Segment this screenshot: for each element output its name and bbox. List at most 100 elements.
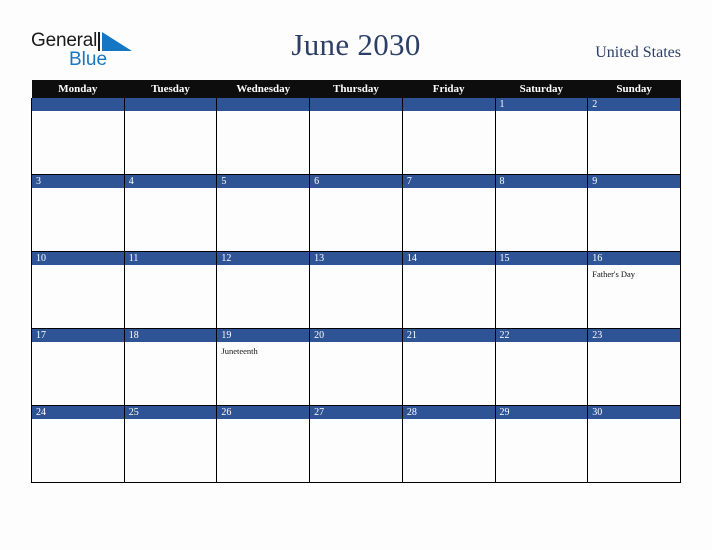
day-event	[310, 111, 402, 115]
day-number: 3	[32, 175, 124, 188]
day-event	[310, 419, 402, 423]
calendar-day-cell[interactable]: 24	[31, 405, 125, 483]
day-event	[310, 188, 402, 192]
calendar-day-cell[interactable]: 20	[309, 328, 403, 406]
weekday-header-row: Monday Tuesday Wednesday Thursday Friday…	[31, 80, 681, 98]
calendar-week-row: 3 4 5 6 7 8 9	[31, 174, 681, 252]
day-number	[217, 98, 310, 111]
day-event	[588, 111, 680, 115]
calendar-day-cell[interactable]: 19 Juneteenth	[216, 328, 311, 406]
calendar-day-cell[interactable]: 22	[494, 328, 589, 406]
day-event	[125, 419, 217, 423]
day-event	[588, 342, 680, 346]
day-number: 17	[32, 329, 124, 342]
weekday-header-sunday: Sunday	[587, 80, 681, 98]
calendar-day-cell[interactable]: 6	[309, 174, 403, 252]
calendar-day-cell[interactable]: 1	[494, 98, 589, 175]
calendar-day-cell[interactable]: 26	[216, 405, 311, 483]
calendar-day-cell[interactable]: 16 Father's Day	[587, 251, 681, 329]
calendar-day-cell[interactable]: 18	[123, 328, 218, 406]
calendar-day-cell[interactable]: 17	[31, 328, 125, 406]
day-number: 21	[402, 329, 495, 342]
day-number: 25	[124, 406, 217, 419]
calendar-day-cell[interactable]: 15	[494, 251, 589, 329]
weekday-header-thursday: Thursday	[309, 80, 403, 98]
day-number: 14	[402, 252, 495, 265]
calendar-grid: Monday Tuesday Wednesday Thursday Friday…	[31, 80, 681, 483]
day-number: 29	[495, 406, 588, 419]
calendar-header-row-group: Monday Tuesday Wednesday Thursday Friday…	[31, 80, 681, 98]
weekday-header-tuesday: Tuesday	[124, 80, 217, 98]
calendar-day-cell[interactable]	[31, 98, 125, 175]
day-number: 1	[495, 98, 588, 111]
day-number: 15	[495, 252, 588, 265]
calendar-page: General Blue June 2030 United States Mon…	[0, 0, 712, 550]
day-number: 28	[402, 406, 495, 419]
calendar-day-cell[interactable]: 9	[587, 174, 681, 252]
calendar-day-cell[interactable]: 28	[401, 405, 496, 483]
day-number: 26	[217, 406, 310, 419]
day-event	[32, 188, 124, 192]
calendar-body: 1 2 3 4 5 6 7 8 9 10 11 12 13 14 15 16 Fa…	[31, 98, 681, 483]
calendar-week-row: 17 18 19 Juneteenth 20 21 22 23	[31, 328, 681, 406]
calendar-day-cell[interactable]: 25	[123, 405, 218, 483]
day-event	[125, 188, 217, 192]
calendar-day-cell[interactable]	[123, 98, 218, 175]
calendar-day-cell[interactable]	[216, 98, 311, 175]
day-event	[217, 265, 309, 269]
calendar-day-cell[interactable]: 7	[401, 174, 496, 252]
day-event	[217, 188, 309, 192]
day-event	[588, 419, 680, 423]
day-event	[496, 419, 588, 423]
calendar-day-cell[interactable]: 21	[401, 328, 496, 406]
day-number: 8	[495, 175, 588, 188]
calendar-day-cell[interactable]	[401, 98, 496, 175]
calendar-day-cell[interactable]: 4	[123, 174, 218, 252]
calendar-day-cell[interactable]: 10	[31, 251, 125, 329]
day-number	[402, 98, 495, 111]
calendar-day-cell[interactable]: 11	[123, 251, 218, 329]
day-event: Juneteenth	[221, 346, 258, 356]
calendar-day-cell[interactable]	[309, 98, 403, 175]
day-number: 11	[124, 252, 217, 265]
weekday-header-wednesday: Wednesday	[216, 80, 310, 98]
calendar-day-cell[interactable]: 14	[401, 251, 496, 329]
calendar-day-cell[interactable]: 8	[494, 174, 589, 252]
day-event	[496, 111, 588, 115]
day-number: 4	[124, 175, 217, 188]
day-event	[125, 265, 217, 269]
calendar-week-row: 10 11 12 13 14 15 16 Father's Day	[31, 251, 681, 329]
country-label: United States	[595, 44, 681, 61]
day-number: 2	[588, 98, 680, 111]
weekday-header-friday: Friday	[402, 80, 496, 98]
weekday-header-saturday: Saturday	[495, 80, 588, 98]
calendar-day-cell[interactable]: 23	[587, 328, 681, 406]
calendar-day-cell[interactable]: 30	[587, 405, 681, 483]
day-number: 30	[588, 406, 680, 419]
day-event	[310, 265, 402, 269]
day-event	[32, 265, 124, 269]
day-number: 24	[32, 406, 124, 419]
day-event	[403, 265, 495, 269]
day-number: 23	[588, 329, 680, 342]
day-event: Father's Day	[592, 269, 636, 279]
day-number: 12	[217, 252, 310, 265]
calendar-day-cell[interactable]: 5	[216, 174, 311, 252]
day-event	[125, 342, 217, 346]
calendar-day-cell[interactable]: 2	[587, 98, 681, 175]
calendar-day-cell[interactable]: 3	[31, 174, 125, 252]
calendar-week-row: 1 2	[31, 98, 681, 175]
calendar-day-cell[interactable]: 29	[494, 405, 589, 483]
day-number: 16	[588, 252, 680, 265]
weekday-header-monday: Monday	[31, 80, 125, 98]
day-number: 13	[310, 252, 402, 265]
day-number: 19	[217, 329, 310, 342]
day-event	[403, 188, 495, 192]
day-event	[32, 111, 124, 115]
day-event	[403, 419, 495, 423]
calendar-week-row: 24 25 26 27 28 29 30	[31, 405, 681, 483]
calendar-day-cell[interactable]: 27	[309, 405, 403, 483]
calendar-day-cell[interactable]: 12	[216, 251, 311, 329]
day-event	[217, 111, 309, 115]
calendar-day-cell[interactable]: 13	[309, 251, 403, 329]
